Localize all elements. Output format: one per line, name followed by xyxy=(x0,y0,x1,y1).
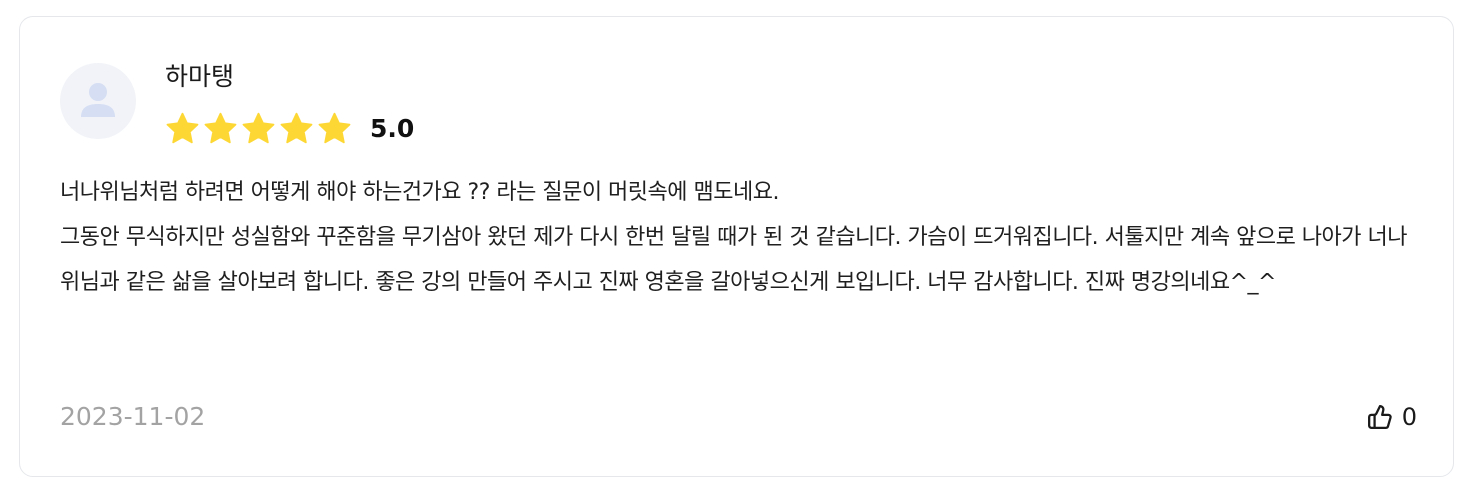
star-filled-icon xyxy=(166,112,199,143)
star-rating xyxy=(165,111,352,146)
rating-row: 5.0 xyxy=(165,108,414,148)
thumbs-up-icon xyxy=(1367,405,1392,429)
user-silhouette-icon xyxy=(81,83,115,117)
reviewer-name: 하마탱 xyxy=(165,62,235,91)
review-date: 2023-11-02 xyxy=(60,402,206,431)
review-body-line: 너나위님처럼 하려면 어떻게 해야 하는건가요 ?? 라는 질문이 머릿속에 맴… xyxy=(60,180,779,205)
star-filled-icon xyxy=(242,112,275,143)
review-card: 하마탱 5.0 너나위님처럼 하려면 어떻게 해야 하는건가요 ?? 라는 질문… xyxy=(19,16,1454,477)
avatar xyxy=(60,63,136,139)
like-button[interactable]: 0 xyxy=(1367,401,1417,433)
star-filled-icon xyxy=(318,112,351,143)
star-filled-icon xyxy=(280,112,313,143)
like-count: 0 xyxy=(1401,403,1417,431)
rating-score: 5.0 xyxy=(370,113,415,143)
star-filled-icon xyxy=(204,112,237,143)
review-body: 너나위님처럼 하려면 어떻게 해야 하는건가요 ?? 라는 질문이 머릿속에 맴… xyxy=(60,170,1420,305)
review-body-line: 그동안 무식하지만 성실함와 꾸준함을 무기삼아 왔던 제가 다시 한번 달릴 … xyxy=(60,225,1408,295)
